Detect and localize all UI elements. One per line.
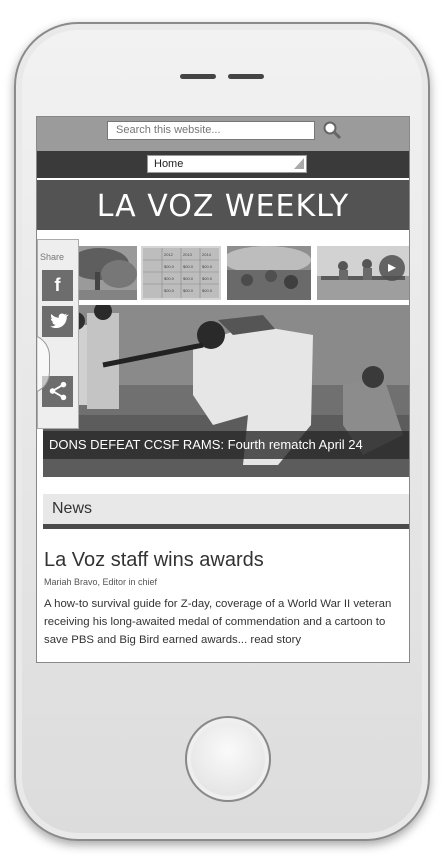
article-title[interactable]: La Voz staff wins awards (44, 549, 264, 572)
facebook-share-button[interactable]: f (42, 270, 73, 301)
table-thumb-cell: $00.0 (164, 264, 175, 269)
thumbnail-crowd[interactable] (227, 246, 311, 300)
news-section-header: News (43, 494, 409, 529)
search-input[interactable] (107, 121, 315, 140)
home-button[interactable] (185, 716, 271, 802)
table-thumb-cell: 2013 (183, 252, 193, 257)
nav-dropdown[interactable]: Home (147, 155, 307, 173)
nav-bar: Home (37, 151, 409, 178)
article-byline: Mariah Bravo, Editor in chief (44, 577, 158, 587)
twitter-icon (49, 313, 69, 329)
carousel-next-button[interactable]: ▸ (379, 255, 405, 281)
hero-caption-bar: DONS DEFEAT CCSF RAMS: Fourth rematch Ap… (43, 431, 409, 459)
table-thumb-cell: $00.0 (202, 276, 213, 281)
hero-caption[interactable]: DONS DEFEAT CCSF RAMS: Fourth rematch Ap… (49, 437, 363, 452)
search-icon[interactable] (321, 119, 343, 141)
table-thumb-cell: 2014 (202, 252, 212, 257)
site-title: LA VOZ WEEKLY (96, 189, 350, 224)
table-thumb-cell: $00.0 (164, 288, 175, 293)
masthead: LA VOZ WEEKLY (37, 180, 409, 230)
facebook-icon: f (54, 275, 61, 295)
table-thumb-cell: $00.0 (183, 288, 194, 293)
thumbnail-strip: 2012 2013 2014 $00.0 $00.0 $00.0 $00.0 $00.0 $00… (41, 246, 409, 300)
twitter-share-button[interactable] (42, 306, 73, 337)
share-label: Share (40, 252, 65, 262)
nav-dropdown-value: Home (154, 158, 184, 170)
article-excerpt[interactable]: A how-to survival guide for Z-day, cover… (44, 595, 402, 649)
table-thumb-cell: $00.0 (202, 288, 213, 293)
news-section-title: News (52, 500, 93, 517)
table-thumb-cell: $00.0 (183, 264, 194, 269)
search-bar (37, 117, 409, 151)
thumbnail-tree[interactable] (69, 246, 137, 300)
table-thumb-cell: $00.0 (202, 264, 213, 269)
earpiece-right (228, 74, 264, 79)
thumbnail-table[interactable]: 2012 2013 2014 $00.0 $00.0 $00.0 $00.0 $00.0 $00… (141, 246, 221, 300)
table-thumb-cell: $00.0 (183, 276, 194, 281)
share-icon (49, 381, 66, 401)
share-sidebar: Share f (37, 239, 79, 429)
table-thumb-cell: 2012 (164, 252, 174, 257)
dropdown-arrow-icon (294, 158, 304, 169)
table-thumb-cell: $00.0 (164, 276, 175, 281)
phone-screen: Home LA VOZ WEEKLY 2012 2013 2014 $00.0 $00.… (36, 116, 410, 663)
earpiece-left (180, 74, 216, 79)
